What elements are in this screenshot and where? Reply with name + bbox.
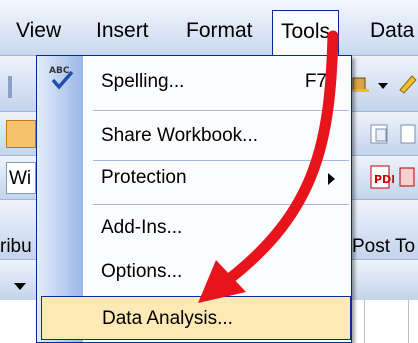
red-arrow-pointer-icon [198,30,339,303]
